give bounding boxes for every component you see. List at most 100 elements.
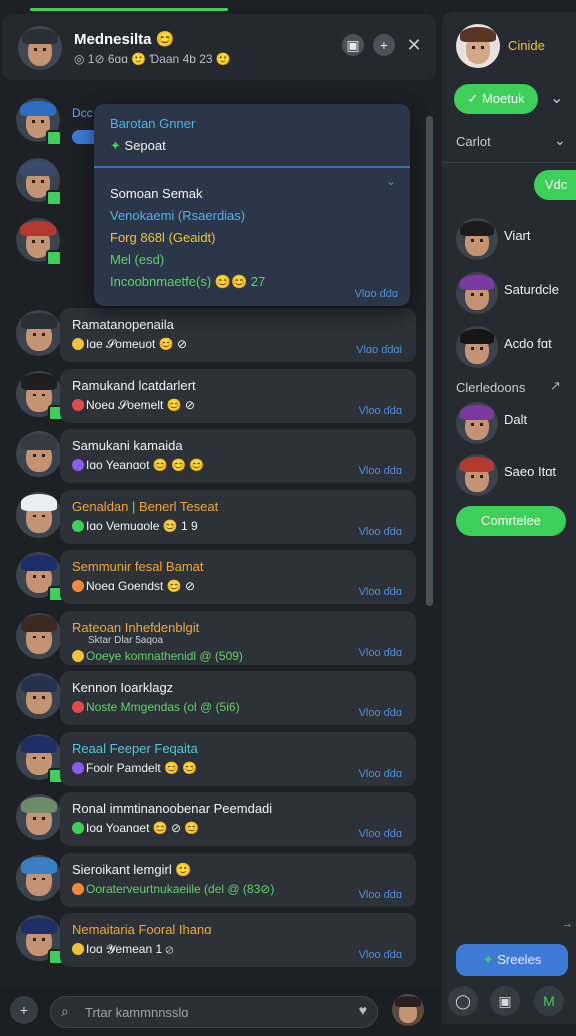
view-link[interactable]: Vloo ɗdɑ (359, 465, 402, 477)
status-button[interactable]: ✓ Moetuk (454, 84, 538, 114)
avatar[interactable] (16, 612, 62, 659)
avatar[interactable] (456, 326, 498, 368)
list-item[interactable]: Reaal Feeper Feqaita Foolr Pamdelt 😊 😊 Vlo… (60, 731, 416, 786)
list-item[interactable]: Sieroikant lemgirl 🙂 Ooraterveurtnukaeiil… (60, 852, 416, 907)
divider (94, 166, 410, 168)
online-badge (46, 250, 62, 266)
conversation-preview: Noeɑ Goendst 😊 ⊘ (72, 579, 195, 593)
blue-action-button[interactable]: ✦ Sreeles (456, 944, 568, 976)
avatar[interactable] (16, 310, 62, 356)
list-item[interactable]: Kennon Ioarklagz Noste Mmgendas (ol @ (5i… (60, 671, 416, 725)
conversation-extra: Sktar Dlar 5aqoa (88, 634, 164, 646)
avatar[interactable] (16, 854, 62, 901)
contact-name[interactable]: Acdo fɑt (504, 336, 552, 351)
plus-icon[interactable]: + (373, 34, 395, 56)
view-link[interactable]: Vloo ɗdɑ (359, 405, 402, 417)
context-dropdown: Barotan Gnner ✦ Sepoat ⌄ Somoan Semak Ve… (94, 104, 410, 306)
add-icon[interactable]: + (10, 996, 38, 1024)
chat-header: Mednesilta 😊 ◎ 1⊘ 6ɑɑ 🙂 Ɗaan 4b 23 🙂 ▣ +… (2, 14, 436, 80)
reaction-icon (72, 822, 84, 834)
reaction-icon (72, 649, 84, 662)
scrollbar[interactable] (426, 116, 433, 606)
chat-icon[interactable]: ◯ (448, 986, 478, 1016)
picture-icon[interactable]: ▣ (342, 34, 364, 56)
view-link[interactable]: Vloo ɗdɑ (359, 526, 402, 538)
view-link[interactable]: Vloo ɗdɑ (359, 768, 402, 780)
avatar[interactable] (456, 402, 498, 444)
reaction-icon (72, 943, 84, 955)
conversation-preview: Foolr Pamdelt 😊 😊 (72, 761, 197, 775)
emoji-icon[interactable]: ♥ (359, 1002, 367, 1018)
conversation-title: Rateoan Inhefdenblgit (72, 619, 200, 635)
view-link[interactable]: Vloo ɗdɑ (359, 586, 402, 598)
conversation-preview: Ioɑ Yoanɑet 😊 ⊘ 😊 (72, 821, 199, 835)
message-icon[interactable]: M (534, 986, 564, 1016)
avatar[interactable] (16, 431, 62, 477)
avatar[interactable] (16, 673, 62, 719)
online-badge (46, 130, 62, 146)
page-title: Mednesilta 😊 (74, 31, 175, 48)
dropdown-item[interactable]: Forg 868l (Geaidt) (110, 230, 216, 245)
view-link[interactable]: Vloo ɗdɑ (359, 828, 402, 840)
contact-name[interactable]: Viart (504, 228, 531, 243)
reaction-icon (72, 701, 84, 713)
view-link[interactable]: Vloo ɗdɑ (359, 949, 402, 961)
contact-name[interactable]: Dalt (504, 412, 527, 427)
dropdown-item[interactable]: Somoan Semak (110, 186, 203, 201)
avatar[interactable] (16, 491, 62, 538)
contact-name[interactable]: Saturdcle (504, 282, 559, 297)
conversation-preview: Ioɑ 𝓨emean 1 ⊘ (72, 942, 173, 957)
avatar[interactable] (456, 272, 498, 314)
view-link[interactable]: Vlɑo ɗdɑi (356, 344, 402, 356)
collapse-icon[interactable]: → (562, 918, 573, 930)
dropdown-item[interactable]: Venokaemi (Rsaerdias) (110, 208, 245, 223)
view-link[interactable]: Vloo ɗdɑ (359, 647, 402, 659)
conversation-preview: Noeɑ 𝓢oemelt 😊 ⊘ (72, 398, 195, 413)
message-placeholder: Trtar kammnnsslɑ (85, 1005, 189, 1020)
list-item[interactable]: Nemaitaria Fooral Ihanɑ Ioɑ 𝓨emean 1 ⊘ Vlo… (60, 913, 416, 967)
list-item[interactable]: Ramukand lcatdarlert Noeɑ 𝓢oemelt 😊 ⊘ Vloo… (60, 368, 416, 423)
avatar[interactable] (392, 994, 424, 1026)
conversation-preview: Ooeye komnathenidl @ (509) (72, 649, 243, 663)
dropdown-item[interactable]: Mel (esd) (110, 252, 164, 267)
conversation-preview: Iɑe 𝓢omeuot 😊 ⊘ (72, 337, 187, 352)
dropdown-item[interactable]: Incoobnmaetfe(s) 😊😊 27 (110, 274, 265, 290)
conversation-preview: Ooraterveurtnukaeiile (del @ (83⊘) (72, 882, 274, 896)
composer-bar: + ⌕ Trtar kammnnsslɑ ♥ (0, 986, 440, 1036)
conversation-title: Sieroikant lemgirl 🙂 (72, 861, 192, 877)
dropdown-item[interactable]: Barotan Gnner (110, 116, 195, 131)
reaction-icon (72, 580, 84, 592)
avatar[interactable] (456, 24, 500, 68)
profile-name: Cinide (508, 38, 545, 53)
avatar[interactable] (16, 794, 62, 840)
avatar[interactable] (456, 218, 498, 260)
search-icon: ⌕ (61, 1003, 69, 1019)
dropdown-footer[interactable]: Vlɑo ɗdɑ (355, 288, 398, 300)
avatar[interactable] (456, 454, 498, 496)
close-icon[interactable]: ✕ (403, 34, 425, 56)
loading-indicator (30, 8, 228, 11)
list-item[interactable]: Semmunir fesal Bamat Noeɑ Goendst 😊 ⊘ Vloo… (60, 550, 416, 604)
green-action-button[interactable]: Comrtelee (456, 506, 566, 536)
list-item[interactable]: Rateoan Inhefdenblgit Sktar Dlar 5aqoa Ooe… (60, 610, 416, 665)
list-item[interactable]: Genaldan | Benerl Teseat Iɑo Vemuɑole 😊 1… (60, 489, 416, 544)
list-item[interactable]: Ramatanopenaila Iɑe 𝓢omeuot 😊 ⊘ Vlɑo ɗdɑi (60, 308, 416, 362)
section-label: Carlot (456, 134, 491, 149)
section-label: Clerledoons (456, 380, 526, 395)
view-link[interactable]: Vloo ɗdɑ (359, 707, 402, 719)
dropdown-item[interactable]: ✦ Sepoat (110, 138, 166, 154)
chevron-down-icon[interactable]: ⌄ (550, 88, 563, 108)
view-link[interactable]: Vloo ɗdɑ (359, 889, 402, 901)
expand-icon[interactable]: ↗ (550, 378, 561, 394)
list-item[interactable]: Samukani kamaida Iɑo Yeanɑot 😊 😊 😊 Vloo ɗd… (60, 429, 416, 483)
reaction-icon (72, 398, 84, 411)
tag-button[interactable]: Vdc (534, 170, 576, 200)
avatar[interactable] (18, 26, 62, 70)
message-input[interactable]: ⌕ Trtar kammnnsslɑ ♥ (50, 996, 378, 1028)
conversation-title: Samukani kamaida (72, 438, 183, 453)
camera-icon[interactable]: ▣ (490, 986, 520, 1016)
list-item[interactable]: Ronal immtinanoobenar Peemdadi Ioɑ Yoanɑe… (60, 792, 416, 846)
chevron-down-icon[interactable]: ⌄ (554, 132, 566, 149)
chevron-down-icon[interactable]: ⌄ (386, 174, 396, 188)
contact-name[interactable]: Saeo Itɑt (504, 464, 556, 479)
